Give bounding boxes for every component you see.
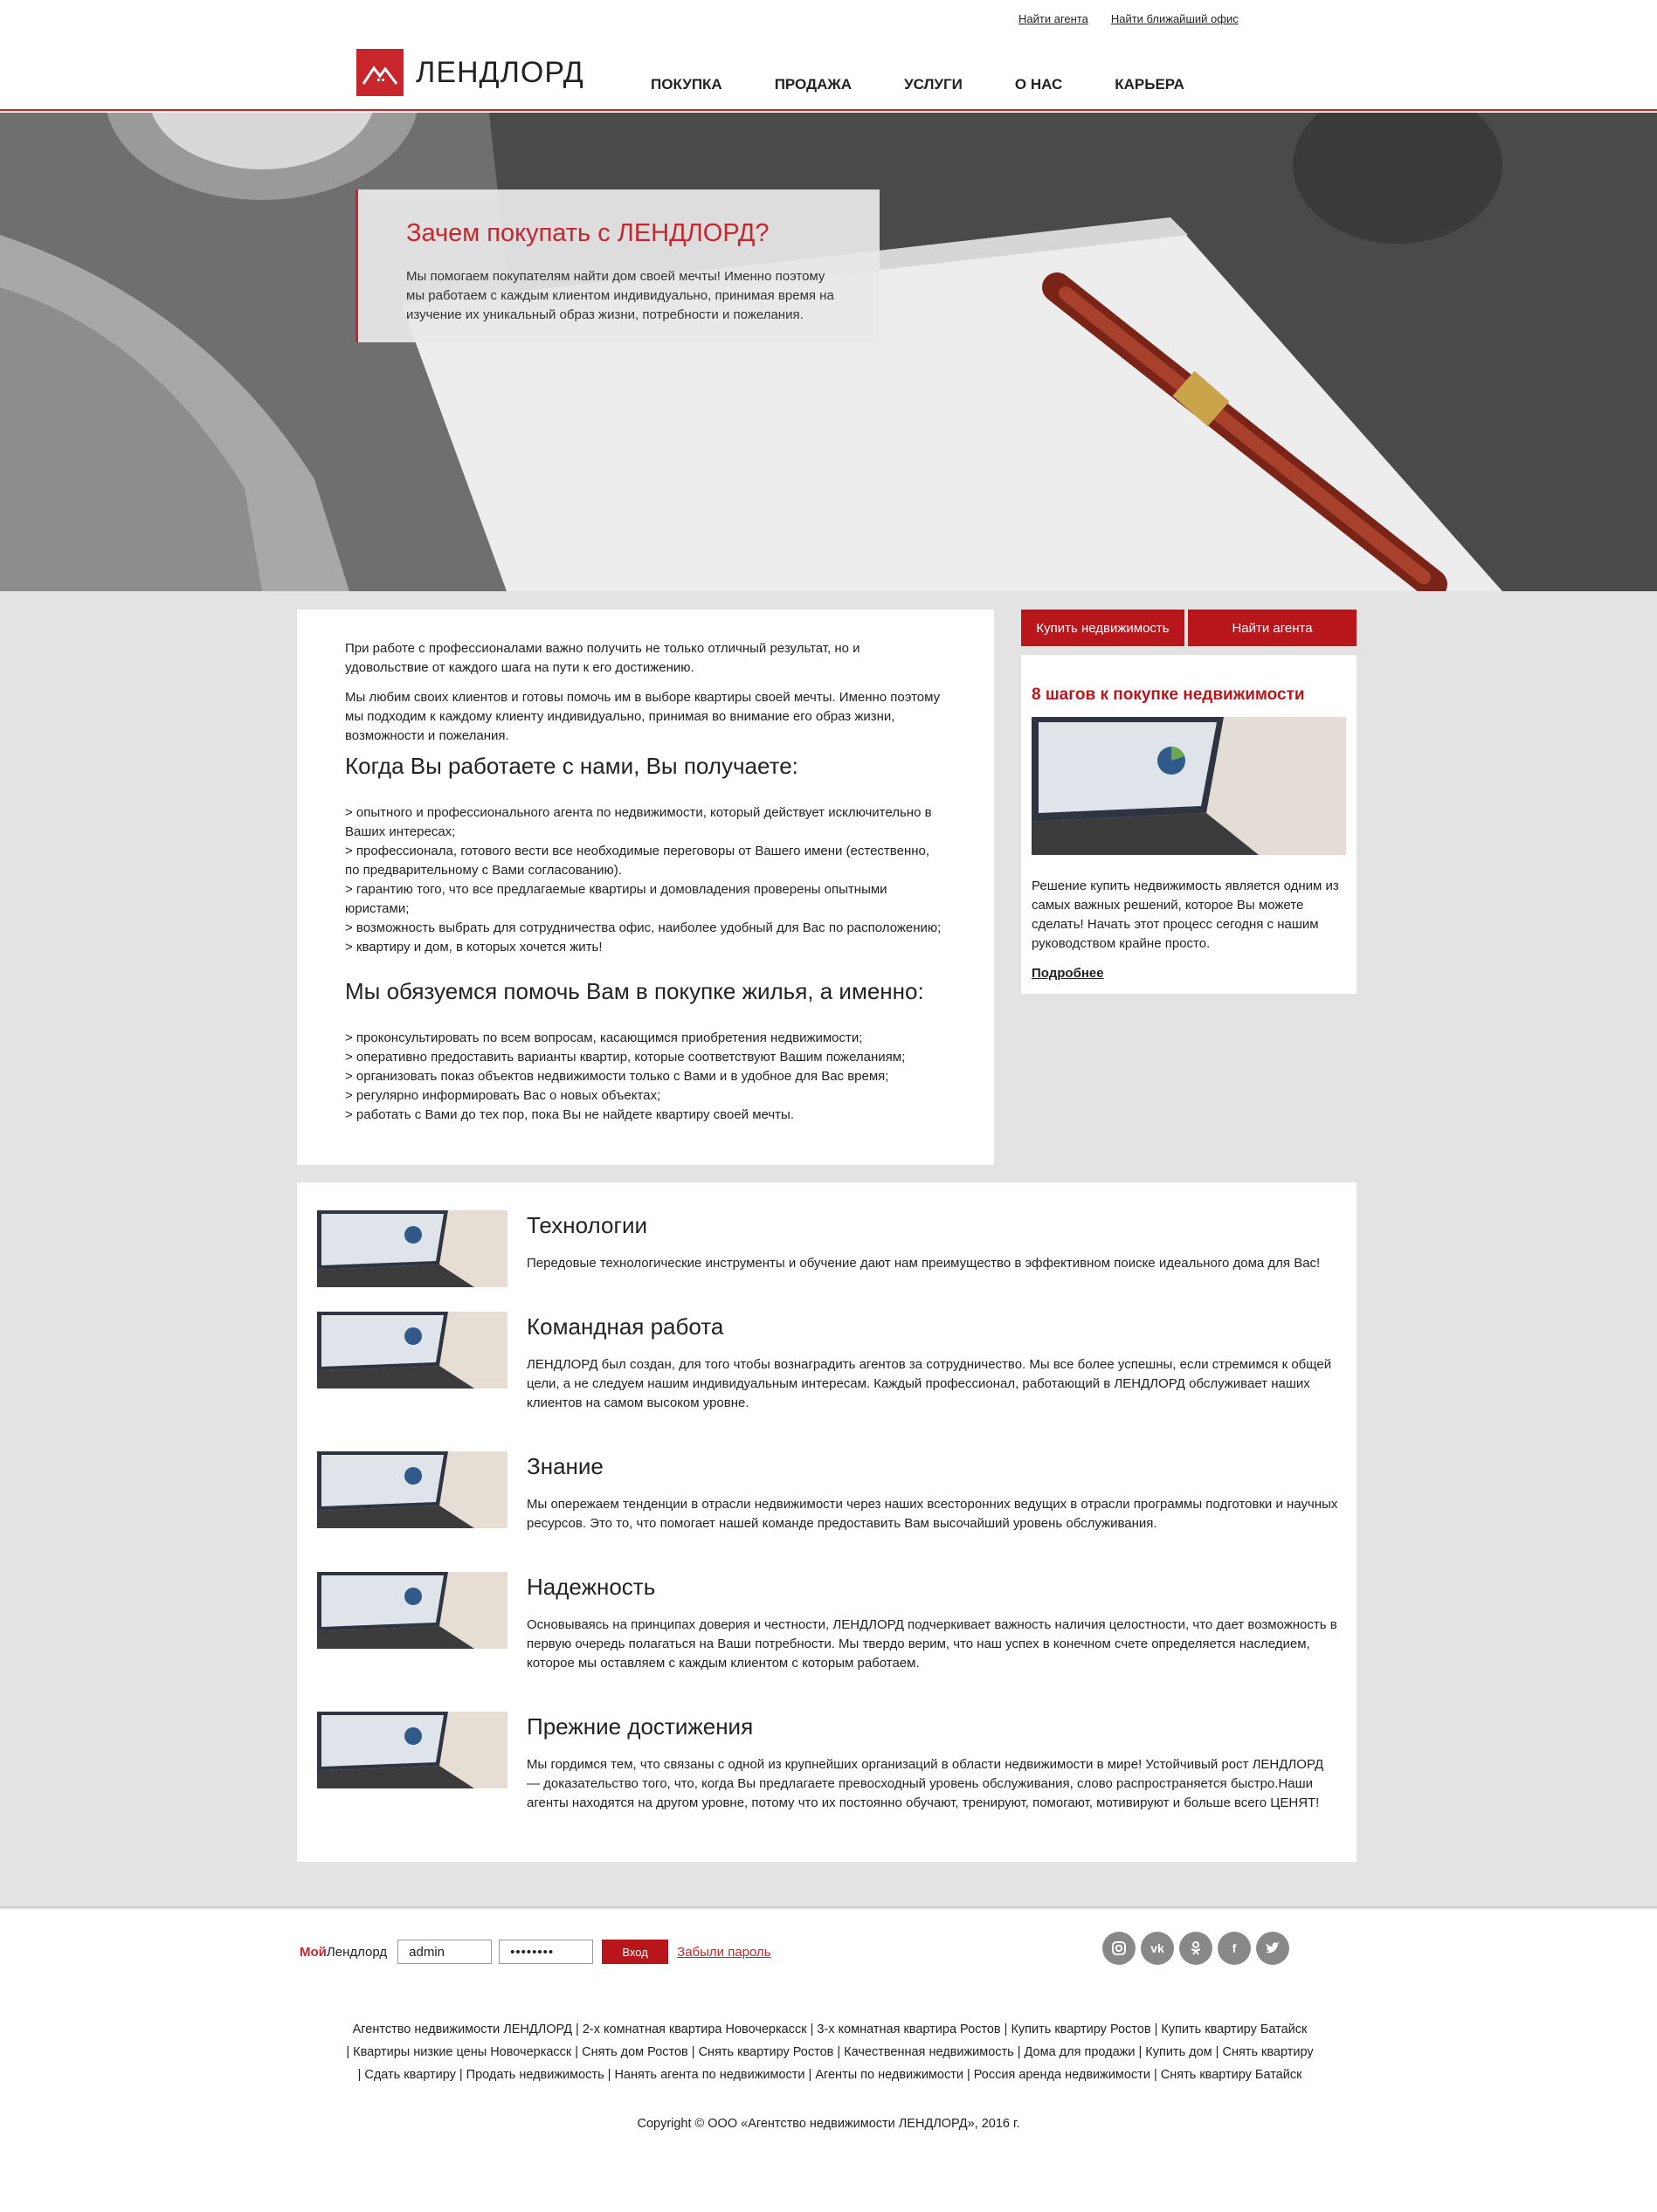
section-divider [0, 1906, 1657, 1910]
list-item: > организовать показ объектов недвижимос… [345, 1069, 889, 1084]
forgot-password-link[interactable]: Забыли пароль [677, 1945, 770, 1960]
footer-links-line[interactable]: | Сдать квартиру | Продать недвижимость … [314, 2064, 1345, 2086]
login-brand-rest: Лендлорд [326, 1944, 388, 1960]
list-item: > возможность выбрать для сотрудничества… [345, 920, 942, 935]
list-item: > работать с Вами до тех пор, пока Вы не… [345, 1107, 794, 1122]
list-item: > оперативно предоставить варианты кварт… [345, 1050, 906, 1065]
main-nav: ПОКУПКА ПРОДАЖА УСЛУГИ О НАС КАРЬЕРА [651, 76, 1184, 93]
sidebar-card: 8 шагов к покупке недвижимости Решение к… [1021, 655, 1357, 994]
list-item: > проконсультировать по всем вопросам, к… [345, 1030, 863, 1045]
read-more-link[interactable]: Подробнее [1032, 966, 1104, 981]
site-header: Найти агента Найти ближайший офис ЛЕНДЛО… [0, 0, 1657, 111]
nav-sell[interactable]: ПРОДАЖА [775, 76, 852, 93]
logo[interactable]: ЛЕНДЛОРД [356, 49, 584, 96]
buy-property-button[interactable]: Купить недвижимость [1021, 610, 1184, 646]
intro-paragraph-1: При работе с профессионалами важно получ… [345, 641, 860, 675]
vk-icon[interactable]: vk [1141, 1932, 1174, 1965]
feature-title: Командная работа [527, 1313, 724, 1340]
sidebar-text: Решение купить недвижимость является одн… [1032, 879, 1339, 951]
feature-title: Технологии [527, 1212, 648, 1238]
laptop-image [317, 1451, 507, 1528]
feature-title: Надежность [527, 1574, 656, 1600]
list-item: > регулярно информировать Вас о новых об… [345, 1088, 661, 1103]
social-links: vk f [1102, 1932, 1289, 1965]
login-brand-red: Мой [300, 1944, 327, 1960]
login-input[interactable] [397, 1940, 493, 1964]
sidebar-buttons: Купить недвижимость Найти агента [1021, 610, 1357, 646]
instagram-icon[interactable] [1102, 1932, 1136, 1965]
list-item: > опытного и профессионального агента по… [345, 805, 932, 839]
twitter-icon[interactable] [1256, 1932, 1289, 1965]
list-item: > гарантию того, что все предлагаемые кв… [345, 882, 887, 916]
password-input[interactable] [499, 1940, 594, 1964]
logo-text: ЛЕНДЛОРД [416, 55, 584, 89]
footer-links: Агентство недвижимости ЛЕНДЛОРД | 2-х ко… [314, 2018, 1345, 2086]
login-brand: МойЛендлорд [300, 1945, 387, 1960]
feature-title: Прежние достижения [527, 1713, 754, 1740]
laptop-image [317, 1712, 507, 1788]
features-card: Технологии Передовые технологические инс… [297, 1182, 1357, 1862]
laptop-image [317, 1210, 507, 1287]
hero-title: Зачем покупать с ЛЕНДЛОРД? [406, 219, 770, 247]
logo-house-icon [356, 49, 404, 96]
nav-buy[interactable]: ПОКУПКА [651, 76, 722, 93]
find-agent-button[interactable]: Найти агента [1188, 610, 1357, 646]
feature-text: Мы гордимся тем, что связаны с одной из … [527, 1757, 1324, 1810]
facebook-icon[interactable]: f [1218, 1932, 1251, 1965]
hero-card: Зачем покупать с ЛЕНДЛОРД? Мы помогаем п… [356, 190, 880, 342]
list-item: > квартиру и дом, в которых хочется жить… [345, 940, 603, 954]
intro-paragraph-2: Мы любим своих клиентов и готовы помочь … [345, 690, 941, 743]
top-links: Найти агента Найти ближайший офис [1018, 12, 1239, 25]
laptop-image [1032, 717, 1346, 855]
feature-text: ЛЕНДЛОРД был создан, для того чтобы возн… [527, 1357, 1332, 1410]
nav-services[interactable]: УСЛУГИ [904, 76, 963, 93]
footer-links-line[interactable]: | Квартиры низкие цены Новочеркасск | Сн… [314, 2041, 1345, 2064]
odnoklassniki-icon[interactable] [1179, 1932, 1212, 1965]
feature-title: Знание [527, 1453, 604, 1479]
feature-text: Основываясь на принципах доверия и честн… [527, 1617, 1337, 1671]
footer-links-line[interactable]: Агентство недвижимости ЛЕНДЛОРД | 2-х ко… [314, 2018, 1345, 2041]
hero-text: Мы помогаем покупателям найти дом своей … [406, 269, 834, 322]
find-agent-link[interactable]: Найти агента [1018, 12, 1088, 25]
nav-career[interactable]: КАРЬЕРА [1115, 76, 1184, 93]
sidebar-title: 8 шагов к покупке недвижимости [1032, 686, 1305, 704]
login-button[interactable]: Вход [602, 1940, 669, 1964]
find-office-link[interactable]: Найти ближайший офис [1111, 12, 1239, 25]
laptop-image [317, 1312, 507, 1389]
feature-text: Передовые технологические инструменты и … [527, 1256, 1321, 1271]
list-item: > профессионала, готового вести все необ… [345, 844, 930, 878]
feature-text: Мы опережаем тенденции в отрасли недвижи… [527, 1497, 1338, 1531]
commitments-list: > проконсультировать по всем вопросам, к… [345, 1029, 946, 1125]
benefits-heading: Когда Вы работаете с нами, Вы получаете: [345, 753, 798, 779]
nav-about[interactable]: О НАС [1015, 76, 1062, 93]
benefits-list: > опытного и профессионального агента по… [345, 803, 946, 957]
main-content-card: При работе с профессионалами важно получ… [297, 610, 994, 1165]
laptop-image [317, 1572, 507, 1649]
hero-banner: Зачем покупать с ЛЕНДЛОРД? Мы помогаем п… [0, 113, 1657, 591]
login-form: МойЛендлорд Вход Забыли пароль [300, 1940, 771, 1964]
hero-background-image [0, 113, 1657, 591]
copyright: Copyright © ООО «Агентство недвижимости … [637, 2117, 1020, 2131]
commitments-heading: Мы обязуемся помочь Вам в покупке жилья,… [345, 978, 924, 1004]
